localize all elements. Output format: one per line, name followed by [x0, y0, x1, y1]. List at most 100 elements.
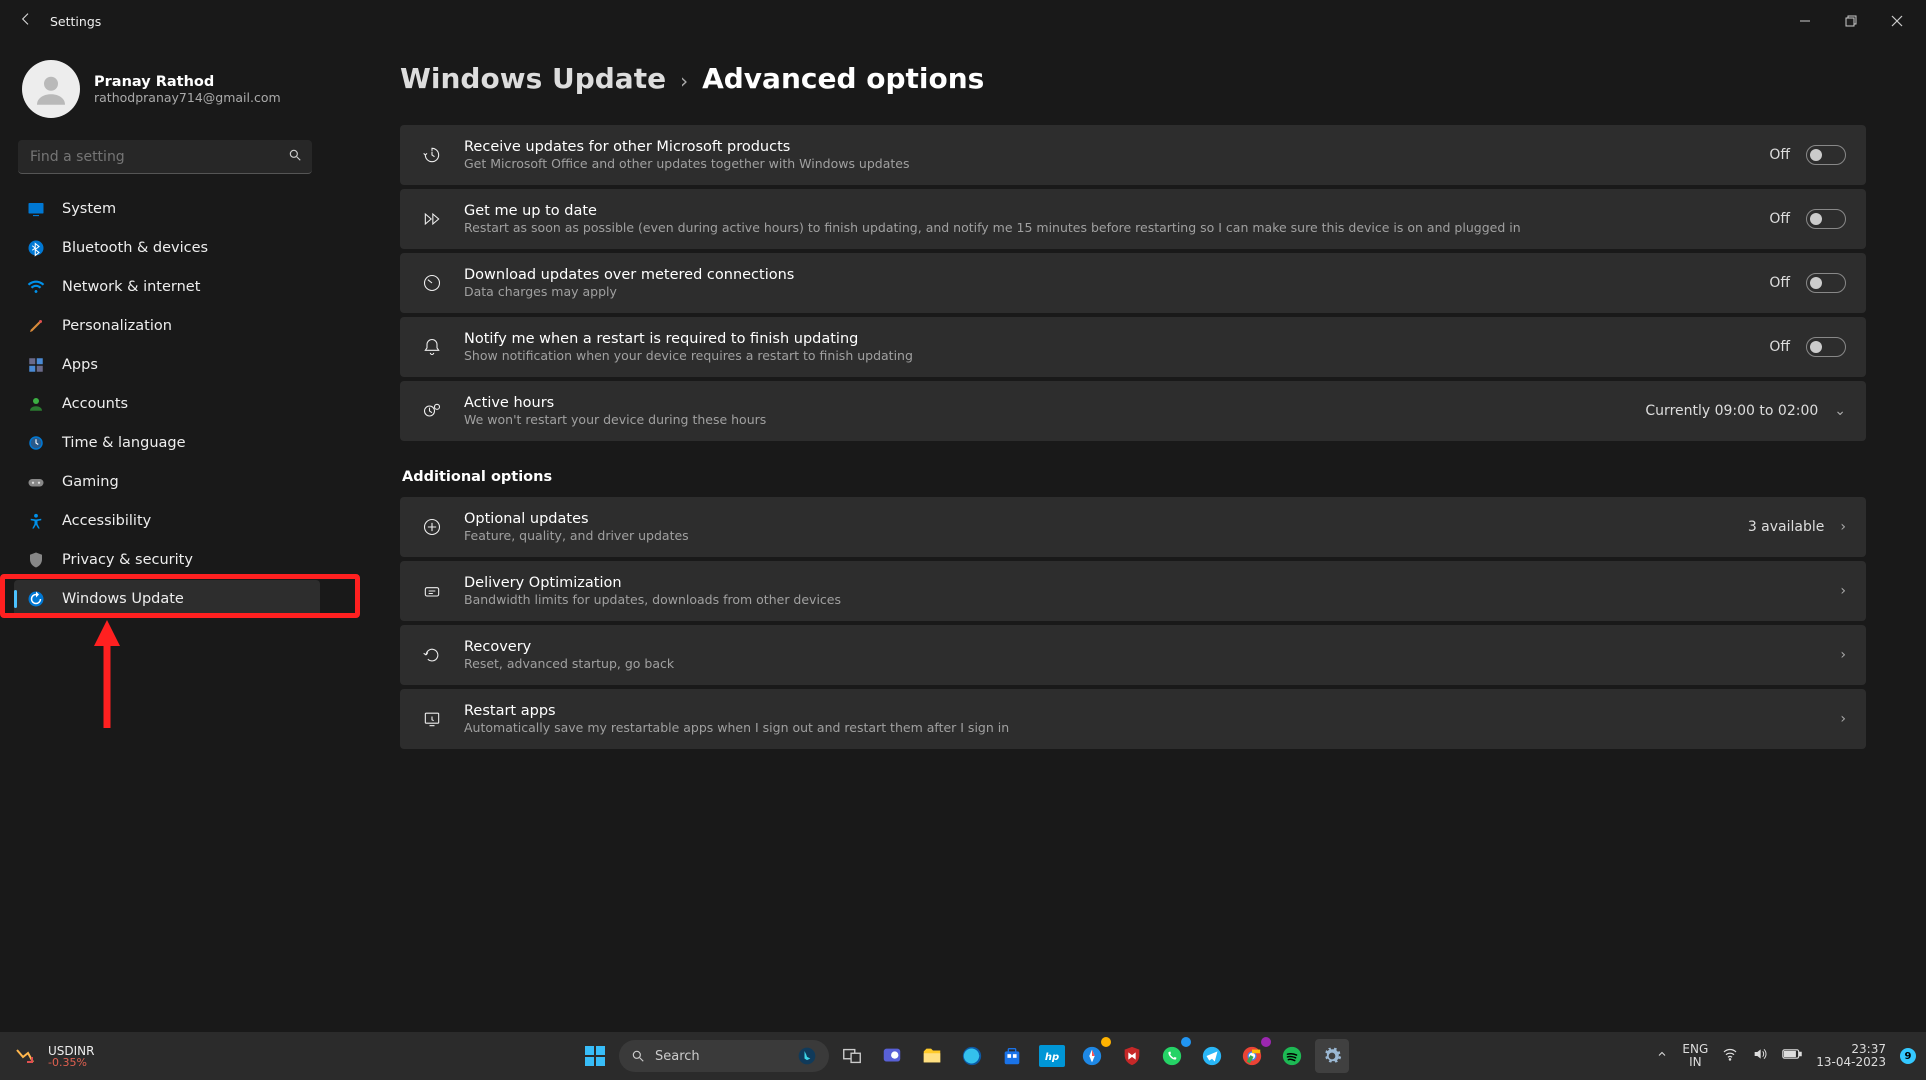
taskbar-app-whatsapp[interactable]	[1155, 1039, 1189, 1073]
sidebar-item-system[interactable]: System	[14, 190, 320, 228]
search-icon	[288, 148, 302, 166]
sidebar-item-network[interactable]: Network & internet	[14, 268, 320, 306]
option-active-hours[interactable]: Active hours We won't restart your devic…	[400, 381, 1866, 441]
page-title: Advanced options	[702, 62, 984, 95]
toggle-switch[interactable]	[1806, 145, 1846, 165]
chevron-right-icon: ›	[1840, 647, 1846, 663]
gauge-icon	[418, 273, 446, 293]
taskbar-app-spotify[interactable]	[1275, 1039, 1309, 1073]
gaming-icon	[26, 472, 46, 492]
start-button[interactable]	[577, 1038, 613, 1074]
taskbar-app-mcafee[interactable]	[1115, 1039, 1149, 1073]
option-sub: Automatically save my restartable apps w…	[464, 720, 1822, 735]
taskbar-app-safari[interactable]	[1075, 1039, 1109, 1073]
chevron-right-icon: ›	[1840, 519, 1846, 535]
profile-email: rathodpranay714@gmail.com	[94, 90, 281, 105]
notification-badge[interactable]: 9	[1900, 1048, 1916, 1064]
taskbar-app-telegram[interactable]	[1195, 1039, 1229, 1073]
clock-icon	[26, 433, 46, 453]
option-title: Delivery Optimization	[464, 575, 1822, 591]
option-delivery-optimization[interactable]: Delivery Optimization Bandwidth limits f…	[400, 561, 1866, 621]
apps-icon	[26, 355, 46, 375]
widget-line1: USDINR	[48, 1045, 95, 1057]
sidebar-item-personalization[interactable]: Personalization	[14, 307, 320, 345]
option-notify-restart[interactable]: Notify me when a restart is required to …	[400, 317, 1866, 377]
bell-icon	[418, 337, 446, 357]
option-recovery[interactable]: Recovery Reset, advanced startup, go bac…	[400, 625, 1866, 685]
option-metered[interactable]: Download updates over metered connection…	[400, 253, 1866, 313]
sidebar-item-label: Accessibility	[62, 513, 151, 529]
fast-forward-icon	[418, 209, 446, 229]
delivery-icon	[418, 581, 446, 601]
chevron-down-icon: ⌄	[1834, 403, 1846, 419]
toggle-state: Off	[1769, 211, 1790, 227]
close-button[interactable]	[1874, 5, 1920, 37]
taskbar-app-store[interactable]	[995, 1039, 1029, 1073]
sidebar: Pranay Rathod rathodpranay714@gmail.com …	[0, 42, 332, 1032]
option-optional-updates[interactable]: Optional updates Feature, quality, and d…	[400, 497, 1866, 557]
search-box[interactable]	[18, 140, 312, 174]
option-sub: Show notification when your device requi…	[464, 348, 1751, 363]
profile-block[interactable]: Pranay Rathod rathodpranay714@gmail.com	[10, 52, 320, 136]
taskbar-app-explorer[interactable]	[915, 1039, 949, 1073]
toggle-state: Off	[1769, 147, 1790, 163]
avatar	[22, 60, 80, 118]
taskbar-app-hp[interactable]: hp	[1035, 1039, 1069, 1073]
option-title: Get me up to date	[464, 203, 1751, 219]
sidebar-item-label: Accounts	[62, 396, 128, 412]
taskbar-app-chrome[interactable]	[1235, 1039, 1269, 1073]
brush-icon	[26, 316, 46, 336]
wifi-icon[interactable]	[1722, 1046, 1738, 1066]
sidebar-item-apps[interactable]: Apps	[14, 346, 320, 384]
sidebar-item-accessibility[interactable]: Accessibility	[14, 502, 320, 540]
sidebar-item-label: Network & internet	[62, 279, 200, 295]
maximize-button[interactable]	[1828, 5, 1874, 37]
sidebar-item-gaming[interactable]: Gaming	[14, 463, 320, 501]
back-button[interactable]	[6, 11, 46, 31]
option-sub: Restart as soon as possible (even during…	[464, 220, 1751, 235]
taskbar-search[interactable]: Search	[619, 1040, 829, 1072]
option-get-me-up-to-date[interactable]: Get me up to date Restart as soon as pos…	[400, 189, 1866, 249]
toggle-switch[interactable]	[1806, 337, 1846, 357]
svg-text:hp: hp	[1045, 1052, 1059, 1063]
sidebar-item-label: System	[62, 201, 116, 217]
volume-icon[interactable]	[1752, 1046, 1768, 1066]
option-tail-text: Currently 09:00 to 02:00	[1645, 403, 1818, 419]
taskbar-app-chat[interactable]	[875, 1039, 909, 1073]
option-title: Optional updates	[464, 511, 1730, 527]
sidebar-item-windows-update[interactable]: Windows Update	[14, 580, 320, 618]
window-title: Settings	[46, 14, 101, 29]
search-icon	[631, 1049, 645, 1063]
sidebar-item-label: Bluetooth & devices	[62, 240, 208, 256]
taskbar-app-edge[interactable]	[955, 1039, 989, 1073]
option-receive-updates[interactable]: Receive updates for other Microsoft prod…	[400, 125, 1866, 185]
taskbar-app-taskview[interactable]	[835, 1039, 869, 1073]
minimize-button[interactable]	[1782, 5, 1828, 37]
annotation-arrow	[92, 620, 122, 730]
option-restart-apps[interactable]: Restart apps Automatically save my resta…	[400, 689, 1866, 749]
taskbar-app-settings[interactable]	[1315, 1039, 1349, 1073]
toggle-switch[interactable]	[1806, 209, 1846, 229]
sidebar-item-time[interactable]: Time & language	[14, 424, 320, 462]
sidebar-item-bluetooth[interactable]: Bluetooth & devices	[14, 229, 320, 267]
tray-chevron-icon[interactable]	[1656, 1048, 1668, 1064]
search-input[interactable]	[28, 148, 288, 166]
battery-icon[interactable]	[1782, 1048, 1802, 1064]
widget-line2: -0.35%	[48, 1057, 95, 1068]
language-indicator[interactable]: ENG IN	[1682, 1043, 1708, 1069]
clock[interactable]: 23:37 13-04-2023	[1816, 1043, 1886, 1069]
restart-apps-icon	[418, 709, 446, 729]
taskbar-widget[interactable]: USDINR -0.35%	[10, 1041, 95, 1071]
chevron-right-icon: ›	[680, 69, 688, 93]
wifi-icon	[26, 277, 46, 297]
option-sub: Feature, quality, and driver updates	[464, 528, 1730, 543]
main-content: Windows Update › Advanced options Receiv…	[332, 42, 1926, 1032]
toggle-switch[interactable]	[1806, 273, 1846, 293]
breadcrumb-parent[interactable]: Windows Update	[400, 62, 666, 95]
taskbar-search-label: Search	[655, 1049, 700, 1064]
titlebar: Settings	[0, 0, 1926, 42]
chevron-right-icon: ›	[1840, 583, 1846, 599]
sidebar-item-privacy[interactable]: Privacy & security	[14, 541, 320, 579]
system-icon	[26, 199, 46, 219]
sidebar-item-accounts[interactable]: Accounts	[14, 385, 320, 423]
